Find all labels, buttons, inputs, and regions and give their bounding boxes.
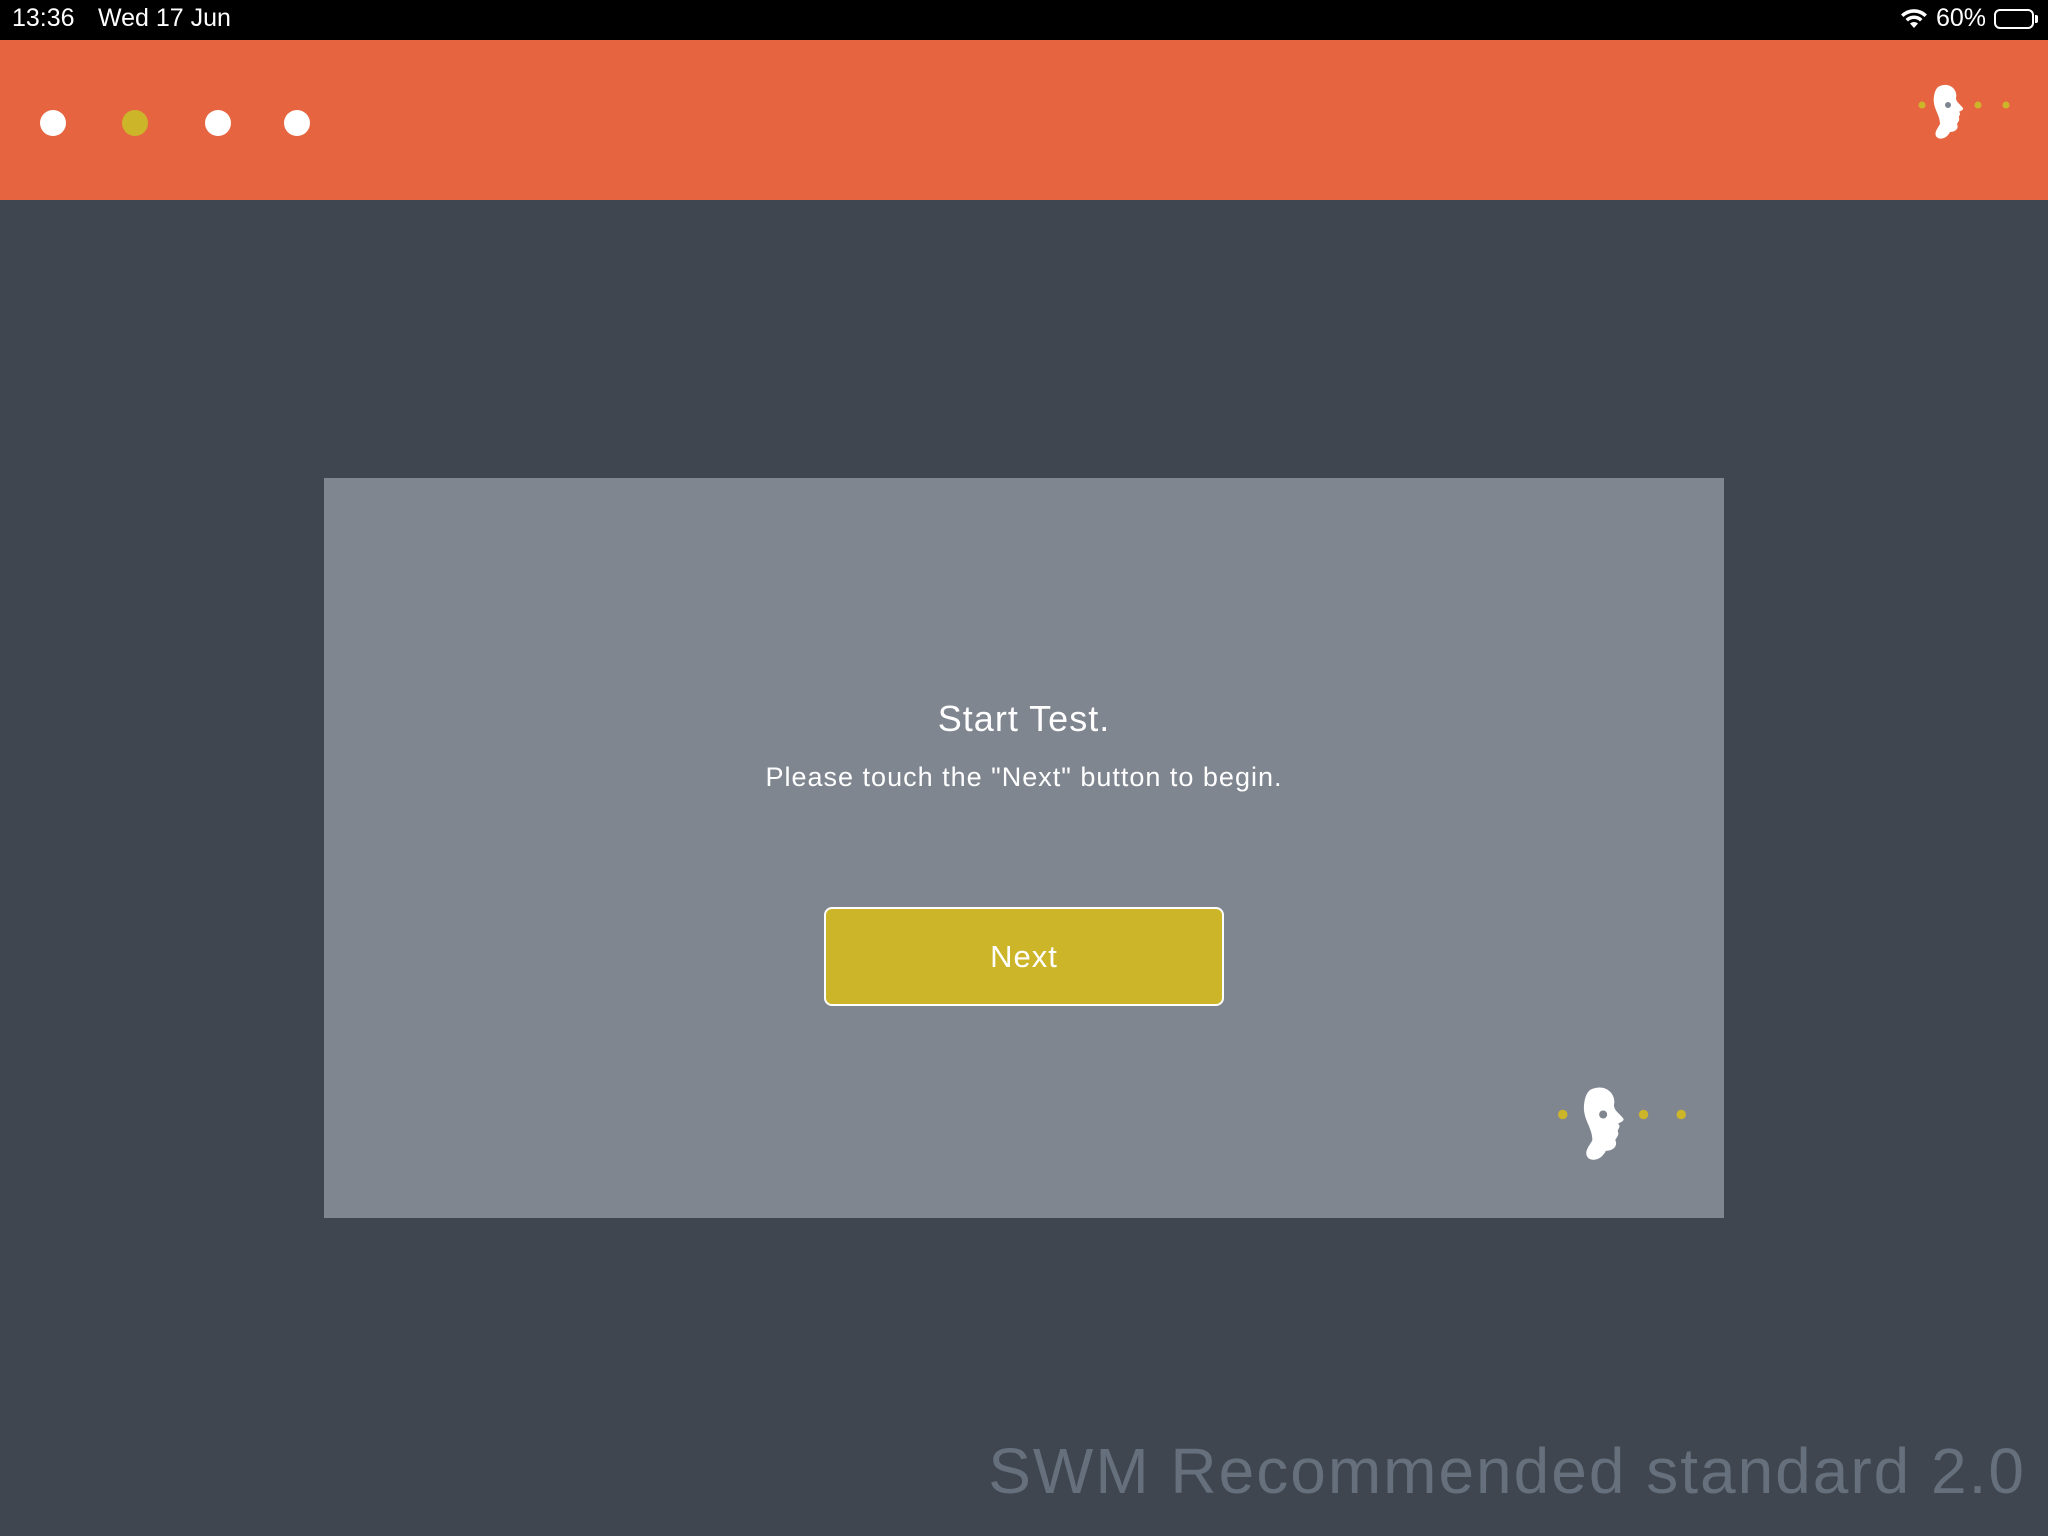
step-indicator-4 [284,110,310,136]
card-title: Start Test. [937,698,1111,739]
battery-percent: 60% [1935,4,1986,32]
card-instructions: Please touch the "Next" button to begin. [765,762,1283,792]
status-time: 13:36 [12,4,75,32]
step-indicator-1 [40,110,66,136]
wifi-icon [1900,8,1928,30]
next-button[interactable]: Next [824,907,1224,1006]
status-date: Wed 17 Jun [98,4,231,32]
step-indicator-3 [205,110,231,136]
status-indicators: 60% [1900,4,2038,33]
step-indicator-2-current [122,110,148,136]
header-bar [0,40,2048,200]
start-test-card: Start Test. Please touch the "Next" butt… [324,478,1724,1218]
head-logo-icon [1552,1080,1692,1189]
status-bar: 13:36 Wed 17 Jun 60% [0,0,2048,40]
head-logo-icon [1910,84,2014,157]
test-name-label: SWM Recommended standard 2.0 [988,1435,2026,1507]
battery-icon [1994,8,2038,29]
